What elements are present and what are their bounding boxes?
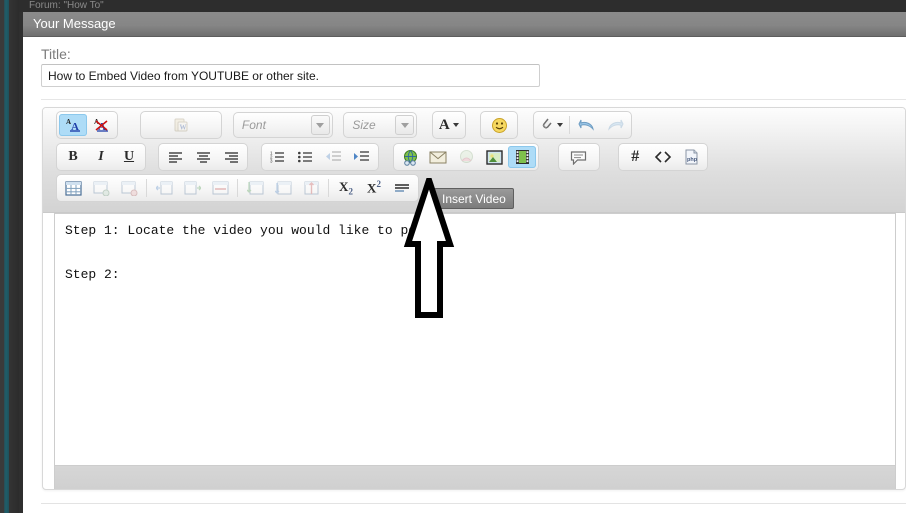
insert-column-right-icon[interactable] [178,177,206,199]
toolbar-group-table: X2 X2 [56,174,419,202]
insert-link-icon[interactable] [396,146,424,168]
toolbar-group-code: # php [618,143,709,171]
toolbar-row-2: B I U 1 2 3 # php [43,143,709,173]
italic-button[interactable]: I [87,146,115,168]
bold-button[interactable]: B [59,146,87,168]
svg-text:3: 3 [270,159,273,164]
toolbar-separator [568,116,570,134]
font-family-value: Font [241,118,266,132]
bullet-list-icon[interactable] [292,146,320,168]
toolbar-row-3: X2 X2 [43,174,419,204]
paste-from-word-icon[interactable]: W [167,114,195,136]
delete-column-icon[interactable] [206,177,234,199]
rich-text-editor: A A A A [42,107,906,490]
your-message-header-bar [23,12,906,37]
table-properties-icon[interactable] [87,177,115,199]
emoticon-icon[interactable] [485,114,513,136]
text-color-icon[interactable]: A [435,114,463,136]
insert-image-icon[interactable] [480,146,508,168]
insert-quote-icon[interactable] [565,146,593,168]
message-body-editable[interactable]: Step 1: Locate the video you would like … [54,213,896,465]
font-size-select[interactable]: Size [343,112,418,138]
insert-php-icon[interactable]: php [677,146,705,168]
toolbar-group-insert-media [393,143,540,171]
text-color-letter: A [438,116,450,133]
title-label: Title: [41,46,71,62]
outdent-icon[interactable] [320,146,348,168]
toolbar-group-spellcheck: A A A A [56,111,118,139]
toolbar-row-1: A A A A [43,111,632,141]
align-left-icon[interactable] [161,146,189,168]
toolbar-group-paste: W [140,111,223,139]
chevron-down-icon[interactable] [395,115,415,135]
window-chrome-strip [9,0,19,513]
toolbar-group-emoticon [480,111,519,139]
redo-icon[interactable] [601,114,629,136]
toolbar-group-basic-format: B I U [56,143,146,171]
insert-table-icon[interactable] [59,177,87,199]
title-input[interactable] [41,64,540,87]
spellcheck-icon[interactable]: A A [59,114,87,136]
toolbar-group-attach-history [532,111,632,139]
remove-link-icon[interactable] [452,146,480,168]
toolbar-separator [146,179,147,197]
body-line: Step 1: Locate the video you would like … [65,223,440,238]
insert-row-above-icon[interactable] [241,177,269,199]
toolbar-group-align [158,143,249,171]
align-right-icon[interactable] [217,146,245,168]
superscript-button[interactable]: X2 [360,177,388,199]
annotation-arrow-icon [403,178,455,318]
insert-hash-icon[interactable]: # [621,146,649,168]
body-line-blank [65,242,885,264]
toolbar-separator [328,179,329,197]
chevron-down-icon[interactable] [310,115,330,135]
page-title: Your Message [33,16,116,31]
svg-text:W: W [180,124,187,132]
toolbar-separator [237,179,238,197]
underline-button[interactable]: U [115,146,143,168]
align-center-icon[interactable] [189,146,217,168]
svg-text:php: php [687,157,698,163]
screen-root: Forum: "How To" Your Message Title: A A [0,0,906,513]
toolbar-group-text-color: A [431,111,466,139]
indent-icon[interactable] [348,146,376,168]
attachment-icon[interactable] [536,114,566,136]
toolbar-group-quote [557,143,600,171]
divider-below-editor [41,503,906,504]
spellcheck-off-icon[interactable]: A A [87,114,115,136]
subscript-button[interactable]: X2 [332,177,360,199]
forum-breadcrumb: Forum: "How To" [29,0,104,11]
font-family-select[interactable]: Font [232,112,333,138]
divider-above-editor [41,99,906,100]
body-line: Step 2: [65,267,120,282]
delete-table-icon[interactable] [115,177,143,199]
insert-email-icon[interactable] [424,146,452,168]
insert-row-below-icon[interactable] [269,177,297,199]
numbered-list-icon[interactable]: 123 [264,146,292,168]
delete-row-icon[interactable] [297,177,325,199]
insert-column-left-icon[interactable] [150,177,178,199]
font-size-value: Size [352,118,376,132]
insert-code-icon[interactable] [649,146,677,168]
toolbar-group-lists: 123 [260,143,379,171]
insert-video-icon[interactable] [508,146,537,168]
undo-icon[interactable] [573,114,601,136]
editor-statusbar [54,465,896,489]
forum-topbar [19,0,906,12]
